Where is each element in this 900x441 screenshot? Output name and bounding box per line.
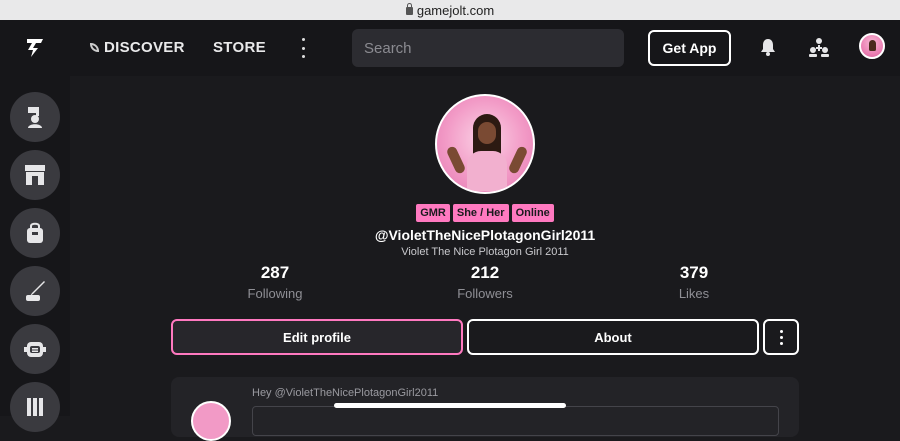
- url-text: gamejolt.com: [416, 2, 495, 18]
- post-input[interactable]: [252, 406, 779, 436]
- quill-icon: [26, 281, 45, 301]
- sidebar-item-quill[interactable]: [10, 266, 60, 316]
- following-label: Following: [247, 286, 303, 301]
- nav-store[interactable]: STORE: [213, 39, 266, 56]
- sidebar: [0, 76, 70, 432]
- trophy-person-icon: [28, 107, 42, 128]
- edit-profile-button[interactable]: Edit profile: [171, 319, 463, 355]
- sidebar-item-library[interactable]: [10, 382, 60, 432]
- top-navigation: DISCOVER STORE Get App: [0, 20, 900, 76]
- library-icon: [27, 398, 43, 416]
- profile-display-name: Violet The Nice Plotagon Girl 2011: [401, 246, 569, 258]
- likes-label: Likes: [678, 286, 710, 301]
- home-indicator: [334, 403, 566, 408]
- followers-count: 212: [470, 263, 500, 282]
- nav-discover-label: DISCOVER: [104, 39, 185, 56]
- friends-icon[interactable]: [808, 37, 830, 57]
- search-input[interactable]: [352, 29, 624, 67]
- get-app-button[interactable]: Get App: [648, 30, 731, 66]
- browser-url-bar[interactable]: gamejolt.com: [0, 0, 900, 20]
- followers-label: Followers: [457, 286, 513, 301]
- bell-icon[interactable]: [760, 38, 776, 56]
- tag-pronouns: She / Her: [452, 204, 509, 222]
- post-avatar: [191, 401, 231, 441]
- gamejolt-logo-icon[interactable]: [24, 37, 46, 59]
- store-icon: [25, 165, 45, 185]
- stat-likes[interactable]: 379 Likes: [634, 263, 754, 301]
- likes-count: 379: [679, 263, 709, 282]
- tag-gmr: GMR: [416, 204, 450, 222]
- sidebar-item-robot[interactable]: [10, 324, 60, 374]
- post-prompt: Hey @VioletTheNicePlotagonGirl2011: [252, 387, 439, 399]
- user-avatar[interactable]: [859, 33, 885, 59]
- following-count: 287: [260, 263, 290, 282]
- nav-discover[interactable]: DISCOVER: [90, 39, 185, 56]
- bag-icon: [27, 222, 43, 243]
- sidebar-item-store[interactable]: [10, 150, 60, 200]
- stat-following[interactable]: 287 Following: [215, 263, 335, 301]
- robot-icon: [24, 342, 46, 357]
- discover-icon: [90, 43, 99, 52]
- stat-followers[interactable]: 212 Followers: [425, 263, 545, 301]
- profile-avatar[interactable]: [435, 94, 535, 194]
- more-menu-icon[interactable]: [298, 38, 308, 58]
- tag-online-status: Online: [511, 204, 554, 222]
- profile-username: @VioletTheNicePlotagonGirl2011: [374, 227, 596, 243]
- sidebar-item-trophy[interactable]: [10, 92, 60, 142]
- lock-icon: [405, 3, 413, 15]
- sidebar-item-bag[interactable]: [10, 208, 60, 258]
- profile-main: GMR She / Her Online @VioletTheNicePlota…: [70, 76, 900, 441]
- more-options-button[interactable]: [763, 319, 799, 355]
- profile-tags: GMR She / Her Online: [70, 204, 900, 222]
- about-button[interactable]: About: [467, 319, 759, 355]
